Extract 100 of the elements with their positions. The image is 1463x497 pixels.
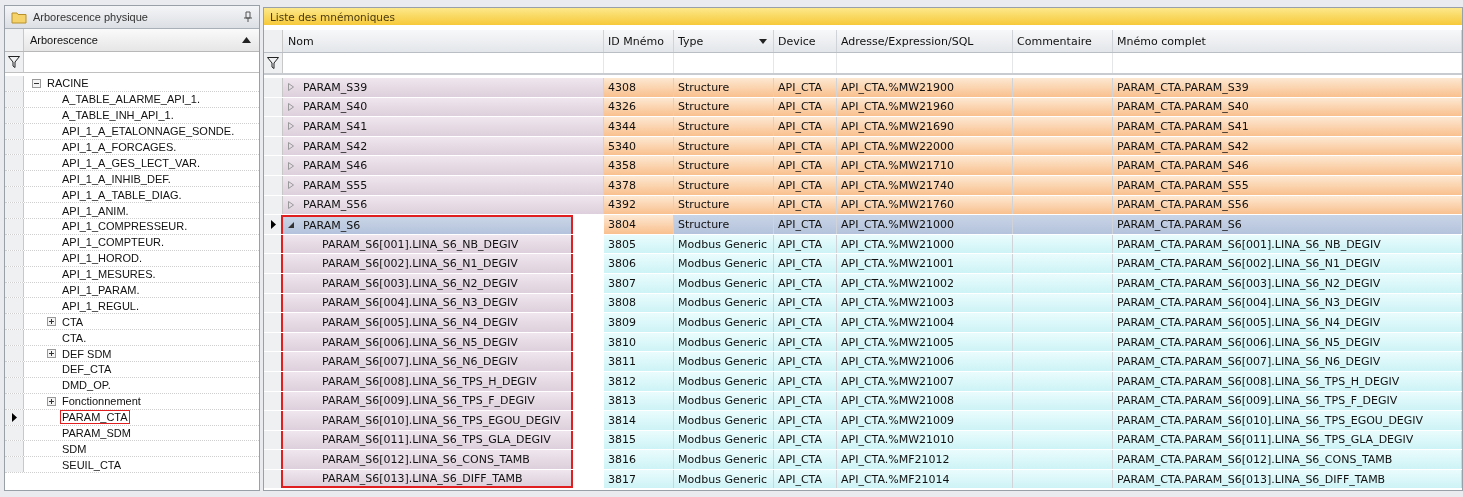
tree-item[interactable]: SDM [60,441,89,456]
tree-item[interactable]: CTA [60,314,86,329]
tree-item[interactable]: PARAM_CTA [60,410,130,425]
cell-text: PARAM_S6[006].LINA_S6_N5_DEGIV [321,335,518,349]
tree-item[interactable]: API_1_A_FORCAGES. [60,140,179,154]
collapsed-arrow-icon[interactable] [288,102,294,111]
table-cell: API_CTA.%MW21710 [837,156,1013,175]
expand-icon[interactable] [47,396,56,406]
cell-text: PARAM_S41 [303,120,368,133]
sort-up-icon [242,37,251,43]
collapsed-arrow-icon[interactable] [288,161,294,170]
row-header[interactable] [5,409,24,425]
tree-item[interactable]: API_1_HOROD. [60,251,145,266]
cell-text: PARAM_S6[010].LINA_S6_TPS_EGOU_DEGIV [321,413,561,427]
table-cell: API_CTA.%MW21000 [837,215,1013,234]
table-cell: PARAM_CTA.PARAM_S6[012].LINA_S6_CONS_TAMB [1113,450,1462,469]
table-cell: Structure [674,117,774,136]
tree-item[interactable]: A_TABLE_INH_API_1. [60,108,176,123]
tree-item[interactable]: DEF SDM [60,346,114,361]
expand-icon[interactable] [47,349,56,359]
tree-item[interactable]: DEF_CTA [60,362,114,377]
table-cell: API_CTA [774,78,837,97]
table-cell: 3809 [604,313,674,332]
tree-item[interactable]: API_1_PARAM. [60,283,142,297]
cell-text: PARAM_S6[004].LINA_S6_N3_DEGIV [321,296,518,310]
tree-item[interactable]: API_1_REGUL. [60,298,142,313]
table-cell: 3811 [604,352,674,371]
pin-icon[interactable] [243,11,253,23]
folder-icon [11,10,27,24]
cell-text: PARAM_S6[013].LINA_S6_DIFF_TAMB [321,471,523,485]
table-cell: Modbus Generic [674,352,774,371]
table-cell: API_CTA [774,215,837,234]
tree-item[interactable]: A_TABLE_ALARME_API_1. [60,92,202,107]
row-indicator-icon [11,412,17,422]
table-cell: 4344 [604,117,674,136]
table-cell: API_CTA.%MF21012 [837,450,1013,469]
table-cell: API_CTA [774,450,837,469]
column-header[interactable]: Nom [283,30,604,52]
collapsed-arrow-icon[interactable] [288,142,294,151]
column-header[interactable]: Commentaire [1013,30,1113,52]
table-cell: API_CTA.%MW21004 [837,313,1013,332]
filter-icon[interactable] [267,57,279,69]
tree-item[interactable]: API_1_A_TABLE_DIAG. [60,187,184,202]
collapsed-arrow-icon[interactable] [288,181,294,190]
collapsed-arrow-icon[interactable] [288,122,294,131]
row-indicator-icon [270,219,276,229]
tree-item[interactable]: CTA. [60,330,89,345]
column-header[interactable]: Adresse/Expression/SQL [837,30,1013,52]
column-header[interactable]: Device [774,30,837,52]
cell-text: PARAM_S6[008].LINA_S6_TPS_H_DEGIV [321,374,537,388]
tree-item[interactable]: RACINE [45,76,91,91]
table-cell: PARAM_CTA.PARAM_S6 [1113,215,1462,234]
table-cell: API_CTA [774,313,837,332]
table-cell: API_CTA [774,352,837,371]
table-cell: Structure [674,215,774,234]
cell-text: PARAM_S6[009].LINA_S6_TPS_F_DEGIV [321,394,535,408]
column-header[interactable]: ID Mnémo [604,30,674,52]
table-cell: API_CTA.%MW21900 [837,78,1013,97]
expand-icon[interactable] [47,317,56,327]
cell-text: PARAM_S6[003].LINA_S6_N2_DEGIV [321,276,518,290]
tree-item[interactable]: API_1_MESURES. [60,267,158,282]
cell-text: PARAM_S6 [303,218,361,232]
cell-text: PARAM_S42 [303,139,368,153]
tree-item[interactable]: Fonctionnement [60,394,143,409]
table-cell: PARAM_CTA.PARAM_S46 [1113,156,1462,175]
tree-item[interactable]: API_1_A_GES_LECT_VAR. [60,155,202,170]
table-cell: 4358 [604,156,674,175]
table-cell: Structure [674,78,774,97]
row-header[interactable] [264,215,283,234]
cell-text: PARAM_S6[001].LINA_S6_NB_DEGIV [321,237,519,251]
cell-text: PARAM_S6[011].LINA_S6_TPS_GLA_DEGIV [321,433,551,447]
filter-icon[interactable] [8,56,20,68]
tree-item[interactable]: API_1_COMPTEUR. [60,235,167,250]
tree-item[interactable]: API_1_ANIM. [60,203,131,218]
tree-item[interactable]: API_1_COMPRESSEUR. [60,219,190,234]
tree-item[interactable]: API_1_A_ETALONNAGE_SONDE. [60,124,237,139]
tree-item[interactable]: DMD_OP. [60,378,113,393]
column-header[interactable]: Type [674,30,774,52]
tree-item[interactable]: SEUIL_CTA [60,457,124,472]
table-cell: PARAM_CTA.PARAM_S41 [1113,117,1462,136]
table-cell: Modbus Generic [674,254,774,273]
expanded-arrow-icon[interactable] [288,221,294,230]
cell-text: PARAM_S6[012].LINA_S6_CONS_TAMB [321,453,530,467]
collapsed-arrow-icon[interactable] [288,83,294,92]
collapse-icon[interactable] [32,78,41,88]
cell-text: PARAM_S6[002].LINA_S6_N1_DEGIV [321,257,518,271]
table-cell: 3814 [604,411,674,430]
tree-item[interactable]: API_1_A_INHIB_DEF. [60,171,173,186]
table-cell: PARAM_CTA.PARAM_S6[010].LINA_S6_TPS_EGOU_DEGIV [1113,411,1462,430]
table-cell: 3804 [604,215,674,234]
tree-item[interactable]: PARAM_SDM [60,426,133,441]
collapsed-arrow-icon[interactable] [288,200,294,209]
cell-text: PARAM_S39 [303,80,368,94]
table-cell: API_CTA.%MW21001 [837,254,1013,273]
cell-text: PARAM_S6[005].LINA_S6_N4_DEGIV [321,315,518,329]
column-header[interactable]: Mnémo complet [1113,30,1462,52]
dropdown-icon[interactable] [759,38,767,44]
cell-text: PARAM_S46 [303,159,368,173]
table-cell: API_CTA [774,411,837,430]
table-cell: Modbus Generic [674,411,774,430]
